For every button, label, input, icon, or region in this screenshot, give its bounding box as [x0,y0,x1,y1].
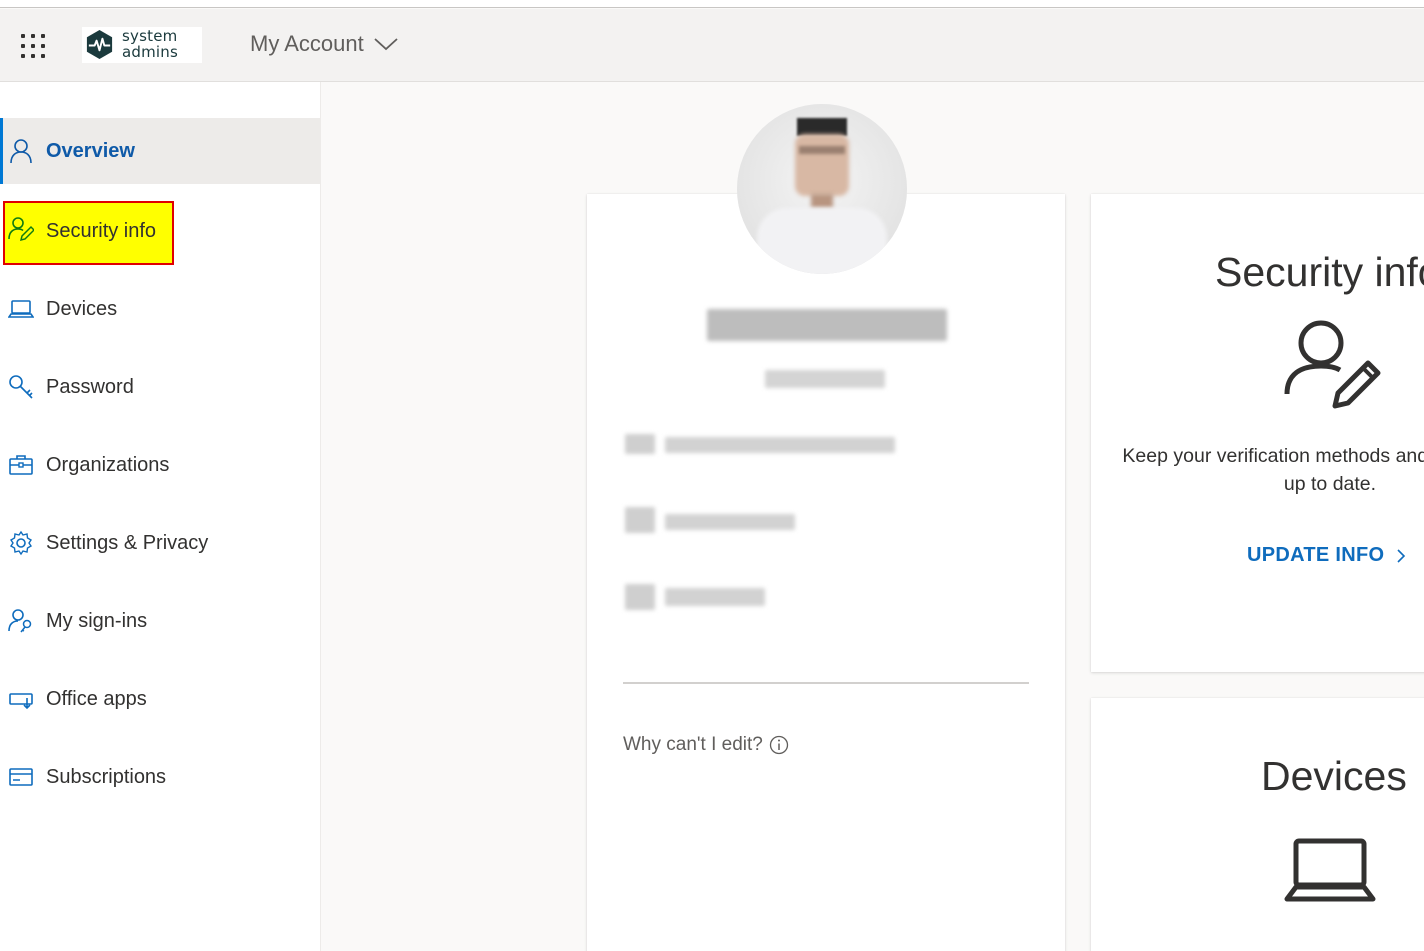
sidebar-item-label: Subscriptions [46,765,167,788]
sidebar-item-label: Settings & Privacy [46,531,209,554]
phone-redacted [665,514,795,530]
sidebar-item-label: Organizations [46,453,170,476]
location-redacted [665,588,765,606]
why-cant-edit-link[interactable]: Why can't I edit? [623,734,789,756]
sidebar-item-label: Overview [46,139,135,162]
info-icon [769,735,789,755]
phone-icon-redacted [625,507,655,533]
person-pen-icon [1284,320,1381,409]
why-cant-edit-label: Why can't I edit? [623,734,763,755]
avatar[interactable] [737,104,907,274]
sidebar-item-security-info[interactable]: Security info [0,198,321,264]
window-top-edge [0,0,1424,8]
security-info-card: Security info Keep your verification met… [1091,194,1424,672]
waffle-icon[interactable] [18,31,48,61]
logo-text-line1: system [122,27,178,45]
profile-name-redacted [707,309,947,341]
update-info-link[interactable]: UPDATE INFO [1247,544,1406,567]
divider [623,682,1029,684]
app-title-dropdown[interactable]: My Account [250,31,398,57]
apps-download-icon [9,693,33,710]
person-icon [10,139,32,164]
devices-card: Devices [1091,698,1424,951]
sidebar-item-settings-privacy[interactable]: Settings & Privacy [0,510,321,576]
sidebar-item-label: Devices [46,297,118,320]
app-title: My Account [250,31,364,56]
sidebar-item-password[interactable]: Password [0,354,321,420]
security-info-card-description: Keep your verification methods and secur… [1122,445,1424,495]
logo-text-line2: admins [122,43,179,61]
logo-text: system admins [122,28,178,60]
sidebar-item-label: Office apps [46,687,147,710]
devices-card-title: Devices [1261,753,1407,799]
sidebar-item-subscriptions[interactable]: Subscriptions [0,744,321,810]
sidebar-item-label: Security info [46,219,157,242]
sidebar-item-organizations[interactable]: Organizations [0,432,321,498]
top-header: system admins My Account [0,9,1424,82]
email-icon-redacted [625,434,655,454]
sidebar-item-devices[interactable]: Devices [0,276,321,342]
briefcase-icon [9,455,33,475]
chevron-right-icon [1397,548,1406,563]
person-key-icon [8,609,32,633]
profile-subtitle-redacted [765,370,885,388]
card-icon [9,768,33,786]
security-info-card-title: Security info [1215,249,1424,295]
company-logo[interactable]: system admins [82,27,202,63]
sidebar-item-office-apps[interactable]: Office apps [0,666,321,732]
key-icon [9,375,33,399]
laptop-icon [1284,838,1376,902]
sidebar: Overview Security info Devices Password … [0,82,321,951]
laptop-icon [8,300,34,318]
sidebar-item-my-sign-ins[interactable]: My sign-ins [0,588,321,654]
profile-card: Why can't I edit? [587,194,1065,951]
location-icon-redacted [625,584,655,610]
sidebar-item-label: My sign-ins [46,609,148,632]
sidebar-item-label: Password [46,375,134,398]
main-content: Why can't I edit? Security info Keep you… [322,82,1424,951]
update-info-label: UPDATE INFO [1247,544,1385,566]
gear-icon [10,530,32,556]
email-redacted [665,437,895,453]
sidebar-item-overview[interactable]: Overview [0,118,321,184]
heartbeat-logo-icon [86,29,113,60]
person-pen-icon [8,217,34,242]
chevron-down-icon [374,38,398,51]
